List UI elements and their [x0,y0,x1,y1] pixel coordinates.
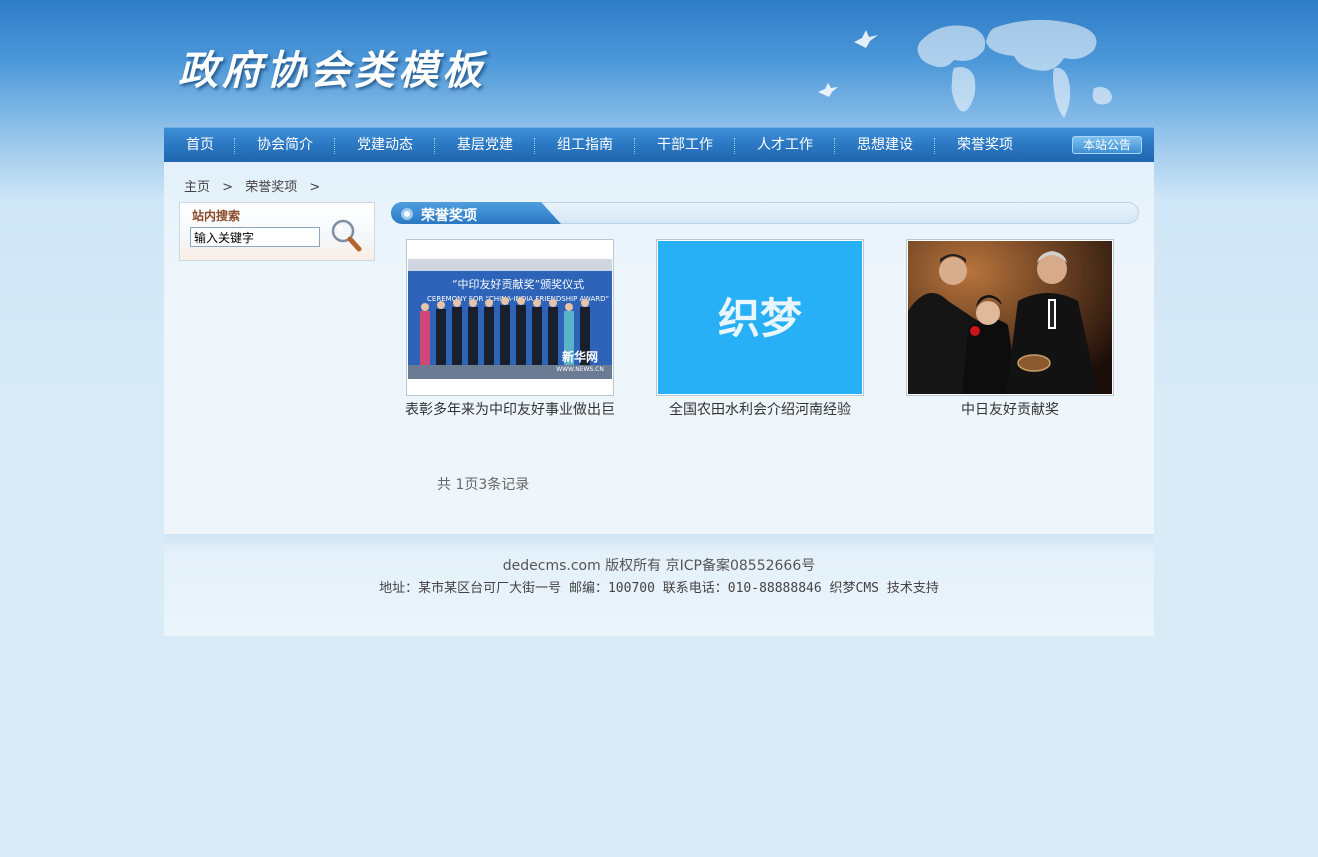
search-panel: 站内搜索 [179,202,375,261]
gallery-item: “中印友好贡献奖”颁奖仪式 CEREMONY FOR “CHINA-INDIA … [395,239,625,419]
item-caption[interactable]: 全国农田水利会介绍河南经验 [645,399,875,419]
image-watermark-url: WWW.NEWS.CN [556,366,604,373]
pagination-info: 共 1页3条记录 [437,477,530,493]
nav-separator [234,138,235,154]
image-logo-text: 织梦 [718,294,802,343]
item-image-award[interactable] [906,239,1114,396]
nav-separator [734,138,735,154]
breadcrumb-current[interactable]: 荣誉奖项 [245,180,297,195]
item-image-dedecms-logo[interactable]: 织梦 [656,239,864,396]
search-title: 站内搜索 [192,209,241,223]
nav-item-home[interactable]: 首页 [174,128,226,163]
footer-copyright: dedecms.com 版权所有 京ICP备案08552666号 [502,558,816,574]
item-caption[interactable]: 表彰多年来为中印友好事业做出巨 [395,399,625,419]
nav-item-grassroots[interactable]: 基层党建 [444,128,526,163]
footer: dedecms.com 版权所有 京ICP备案08552666号 地址：某市某区… [164,534,1154,636]
nav-item-guide[interactable]: 组工指南 [544,128,626,163]
breadcrumb: 主页 > 荣誉奖项 > [184,176,328,195]
footer-contact: 地址：某市某区台可厂大街一号 邮编：100700 联系电话：010-888888… [379,581,939,596]
notice-button[interactable]: 本站公告 [1072,136,1142,154]
image-banner-text: “中印友好贡献奖”颁奖仪式 [452,277,584,291]
search-icon[interactable] [330,218,362,252]
section-title: 荣誉奖项 [421,208,477,224]
search-input[interactable] [190,227,320,247]
image-watermark: 新华网 [562,349,598,364]
breadcrumb-separator: > [222,180,234,195]
nav-item-party-news[interactable]: 党建动态 [344,128,426,163]
nav-separator [534,138,535,154]
section-header: 荣誉奖项 [391,202,1139,224]
main-nav: 首页 协会简介 党建动态 基层党建 组工指南 干部工作 人才工作 思想建设 荣誉… [164,127,1154,162]
breadcrumb-home[interactable]: 主页 [184,180,210,195]
item-caption[interactable]: 中日友好贡献奖 [895,399,1125,419]
breadcrumb-separator: > [309,180,321,195]
item-image-ceremony[interactable]: “中印友好贡献奖”颁奖仪式 CEREMONY FOR “CHINA-INDIA … [406,239,614,396]
gallery-item: 织梦 全国农田水利会介绍河南经验 [645,239,875,419]
nav-separator [434,138,435,154]
nav-item-cadre[interactable]: 干部工作 [644,128,726,163]
site-logo[interactable]: 政府协会类模板 [178,38,518,94]
nav-separator [634,138,635,154]
nav-item-talent[interactable]: 人才工作 [744,128,826,163]
world-map-decoration [818,19,1112,118]
nav-separator [334,138,335,154]
main-content: 主页 > 荣誉奖项 > 站内搜索 荣誉奖项 “中印友好贡献奖”颁奖仪式 CERE… [164,162,1154,534]
gallery-item: 中日友好贡献奖 [895,239,1125,419]
bullet-icon [401,208,413,220]
nav-item-honors[interactable]: 荣誉奖项 [944,128,1026,163]
header: 政府协会类模板 [164,0,1154,127]
nav-item-about[interactable]: 协会简介 [244,128,326,163]
nav-separator [934,138,935,154]
nav-separator [834,138,835,154]
nav-item-ideology[interactable]: 思想建设 [844,128,926,163]
